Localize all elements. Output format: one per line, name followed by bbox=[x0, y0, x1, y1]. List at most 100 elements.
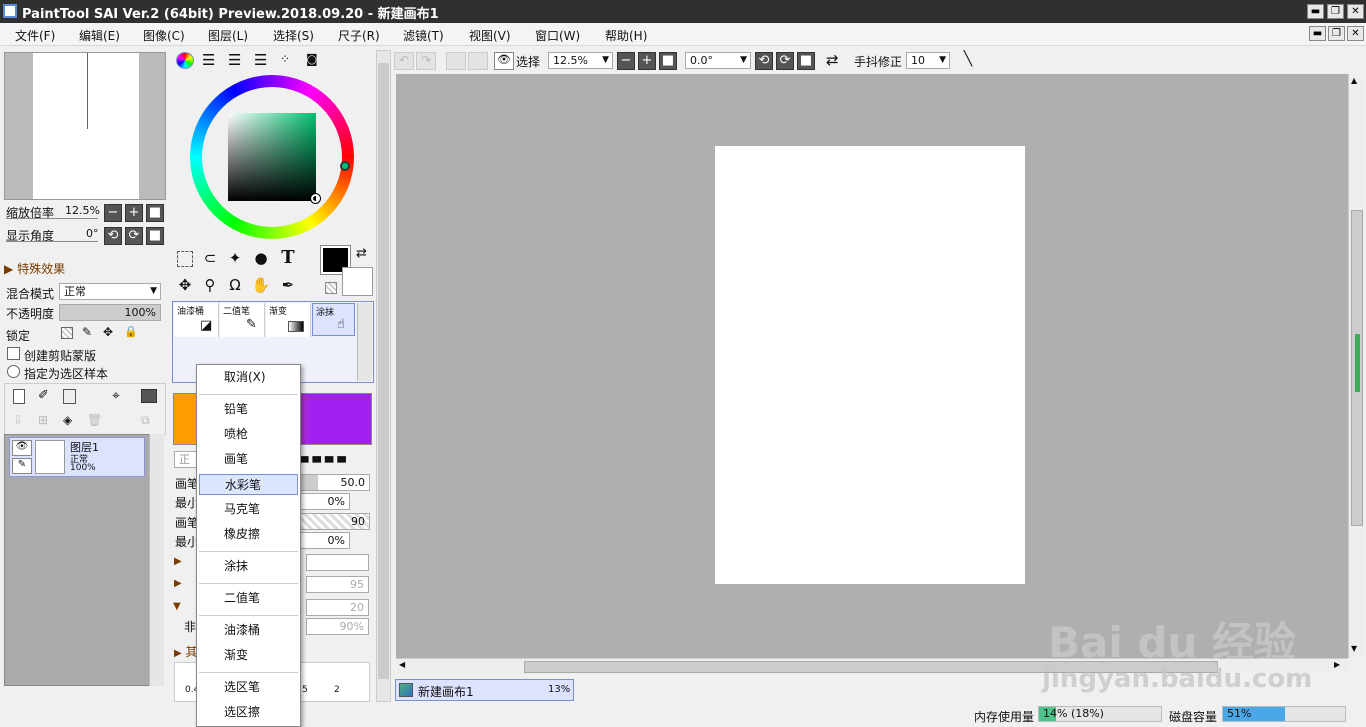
swap-colors-icon[interactable]: ⇄ bbox=[356, 246, 367, 261]
canvas-paper[interactable] bbox=[715, 146, 1025, 584]
menu-brush[interactable]: 画笔 bbox=[199, 449, 298, 470]
brush-mode-select[interactable]: 正 bbox=[174, 451, 198, 468]
menu-help[interactable]: 帮助(H) bbox=[605, 27, 647, 44]
size-preset[interactable]: 2 bbox=[334, 685, 340, 695]
collapse-arrow-icon[interactable]: ▼ bbox=[173, 601, 181, 612]
angle-select[interactable]: 0.0° ▼ bbox=[685, 52, 751, 69]
canvas-viewport[interactable]: Bai du 经验 bbox=[396, 74, 1348, 667]
new-folder-icon[interactable] bbox=[63, 389, 76, 404]
menu-airbrush[interactable]: 喷枪 bbox=[199, 424, 298, 445]
hue-marker[interactable] bbox=[340, 161, 350, 171]
add-icon[interactable]: ⊞ bbox=[38, 413, 48, 427]
scroll-left-arrow-icon[interactable]: ◀ bbox=[399, 660, 405, 669]
doc-minimize-button[interactable]: ▬ bbox=[1309, 26, 1326, 41]
menu-bucket[interactable]: 油漆桶 bbox=[199, 620, 298, 641]
brush-grid-scrollbar[interactable] bbox=[357, 303, 372, 381]
new-pen-layer-icon[interactable]: ✐ bbox=[38, 388, 49, 403]
rotate-tool-icon[interactable]: Ω bbox=[224, 274, 246, 296]
size-preset[interactable]: 5 bbox=[302, 685, 308, 695]
copy-icon[interactable]: ⧉ bbox=[141, 413, 150, 428]
zoom-reset-button[interactable]: ■ bbox=[146, 204, 164, 222]
text-tool-icon[interactable]: T bbox=[277, 247, 299, 269]
option-slider-2[interactable]: 20 bbox=[306, 599, 369, 616]
mask-icon[interactable] bbox=[141, 389, 157, 403]
eye-icon[interactable]: 👁 bbox=[12, 440, 32, 456]
zoom-out-button[interactable]: − bbox=[104, 204, 122, 222]
scroll-down-arrow-icon[interactable]: ▼ bbox=[1351, 644, 1357, 653]
color-wheel-tab-icon[interactable] bbox=[176, 52, 194, 69]
other-section-header[interactable]: ▶ 其 bbox=[174, 643, 198, 660]
menu-filter[interactable]: 滤镜(T) bbox=[403, 27, 444, 44]
rotate-right-button[interactable]: ⟳ bbox=[125, 227, 143, 245]
canvas-tab[interactable]: 新建画布1 13% bbox=[395, 679, 574, 701]
toolbar-rotate-reset-button[interactable]: ■ bbox=[797, 52, 815, 70]
rotate-left-button[interactable]: ⟲ bbox=[104, 227, 122, 245]
zoom-slider[interactable] bbox=[6, 218, 98, 219]
menu-pencil[interactable]: 铅笔 bbox=[199, 399, 298, 420]
menu-image[interactable]: 图像(C) bbox=[143, 27, 185, 44]
menu-view[interactable]: 视图(V) bbox=[469, 27, 511, 44]
blend-mode-select[interactable]: 正常 ▼ bbox=[59, 283, 161, 300]
color-square[interactable] bbox=[228, 113, 316, 201]
menu-smudge[interactable]: 涂抹 bbox=[199, 556, 298, 577]
invert-selection-icon[interactable] bbox=[468, 52, 488, 70]
lock-all-icon[interactable]: 🔒 bbox=[124, 325, 138, 338]
density-slider[interactable]: 90 bbox=[300, 513, 370, 530]
magic-wand-icon[interactable]: ✦ bbox=[224, 247, 246, 269]
toolbar-rotate-left-button[interactable]: ⟲ bbox=[755, 52, 773, 70]
menu-select[interactable]: 选择(S) bbox=[273, 27, 314, 44]
restore-button[interactable]: ❐ bbox=[1327, 4, 1344, 19]
toolbar-zoom-out-button[interactable]: − bbox=[617, 52, 635, 70]
min-density-slider[interactable]: 0% bbox=[300, 532, 350, 549]
layer-row[interactable]: 👁 ✎ 图层1 正常 100% bbox=[9, 437, 145, 477]
brush-slot-selected[interactable]: 涂抹 ☝ bbox=[312, 303, 355, 336]
doc-close-button[interactable]: ✕ bbox=[1347, 26, 1364, 41]
hand-icon[interactable]: ✋ bbox=[250, 274, 272, 296]
menu-cancel[interactable]: 取消(X) bbox=[199, 367, 298, 388]
minimize-button[interactable]: ▬ bbox=[1307, 4, 1324, 19]
menu-marker[interactable]: 马克笔 bbox=[199, 499, 298, 520]
option-slider[interactable]: 95 bbox=[306, 576, 369, 593]
shape-icon[interactable]: ● bbox=[250, 247, 272, 269]
transparent-color-icon[interactable] bbox=[325, 282, 337, 294]
menu-selection-pen[interactable]: 选区笔 bbox=[199, 677, 298, 698]
line-tool-icon[interactable]: ╲ bbox=[958, 51, 978, 69]
delete-icon[interactable]: 🗑 bbox=[87, 413, 102, 427]
select-source-radio[interactable] bbox=[7, 365, 20, 378]
palette-tab-icon[interactable]: ☰ bbox=[254, 51, 267, 69]
scratchpad-tab-icon[interactable]: ◙ bbox=[306, 52, 318, 66]
menu-gradient[interactable]: 渐变 bbox=[199, 645, 298, 666]
selection-visibility-icon[interactable]: 👁 bbox=[494, 52, 514, 70]
scroll-up-arrow-icon[interactable]: ▲ bbox=[1351, 76, 1357, 85]
rect-select-icon[interactable] bbox=[177, 251, 193, 267]
lasso-icon[interactable]: ⊂ bbox=[199, 247, 221, 269]
rgb-slider-tab-icon[interactable]: ☰ bbox=[202, 51, 215, 69]
new-layer-icon[interactable] bbox=[13, 389, 25, 404]
vertical-scrollbar[interactable]: ▲ ▼ bbox=[1348, 74, 1364, 658]
toolbar-rotate-right-button[interactable]: ⟳ bbox=[776, 52, 794, 70]
pen-icon[interactable]: ✎ bbox=[12, 458, 32, 474]
color-wheel[interactable] bbox=[190, 75, 354, 239]
brush-shape-icons[interactable]: ▄▄▄▄ bbox=[300, 450, 370, 468]
expand-arrow-icon[interactable]: ▶ bbox=[174, 578, 182, 589]
rotate-reset-button[interactable]: ■ bbox=[146, 227, 164, 245]
lock-paint-icon[interactable]: ✎ bbox=[82, 325, 92, 339]
size-slider[interactable]: 50.0 bbox=[300, 474, 370, 491]
deselect-icon[interactable] bbox=[446, 52, 466, 70]
menu-layer[interactable]: 图层(L) bbox=[208, 27, 248, 44]
close-button[interactable]: ✕ bbox=[1347, 4, 1364, 19]
stabilizer-select[interactable]: 10 ▼ bbox=[906, 52, 950, 69]
color-marker[interactable] bbox=[310, 193, 321, 204]
min-size-slider[interactable]: 0% bbox=[300, 493, 350, 510]
hsv-slider-tab-icon[interactable]: ☰ bbox=[228, 51, 241, 69]
brush-slot[interactable]: 二值笔 ✎ bbox=[220, 303, 265, 337]
brush-slot[interactable]: 油漆桶 ◪ bbox=[174, 303, 219, 337]
option-slider-3[interactable]: 90% bbox=[306, 618, 369, 635]
lock-transparency-icon[interactable] bbox=[61, 327, 73, 339]
toolbar-zoom-reset-button[interactable]: ■ bbox=[659, 52, 677, 70]
menu-binary[interactable]: 二值笔 bbox=[199, 588, 298, 609]
redo-icon[interactable]: ↷ bbox=[416, 52, 436, 70]
navigator-preview[interactable] bbox=[4, 52, 166, 200]
background-color-swatch[interactable] bbox=[342, 267, 373, 296]
toolbar-zoom-in-button[interactable]: + bbox=[638, 52, 656, 70]
